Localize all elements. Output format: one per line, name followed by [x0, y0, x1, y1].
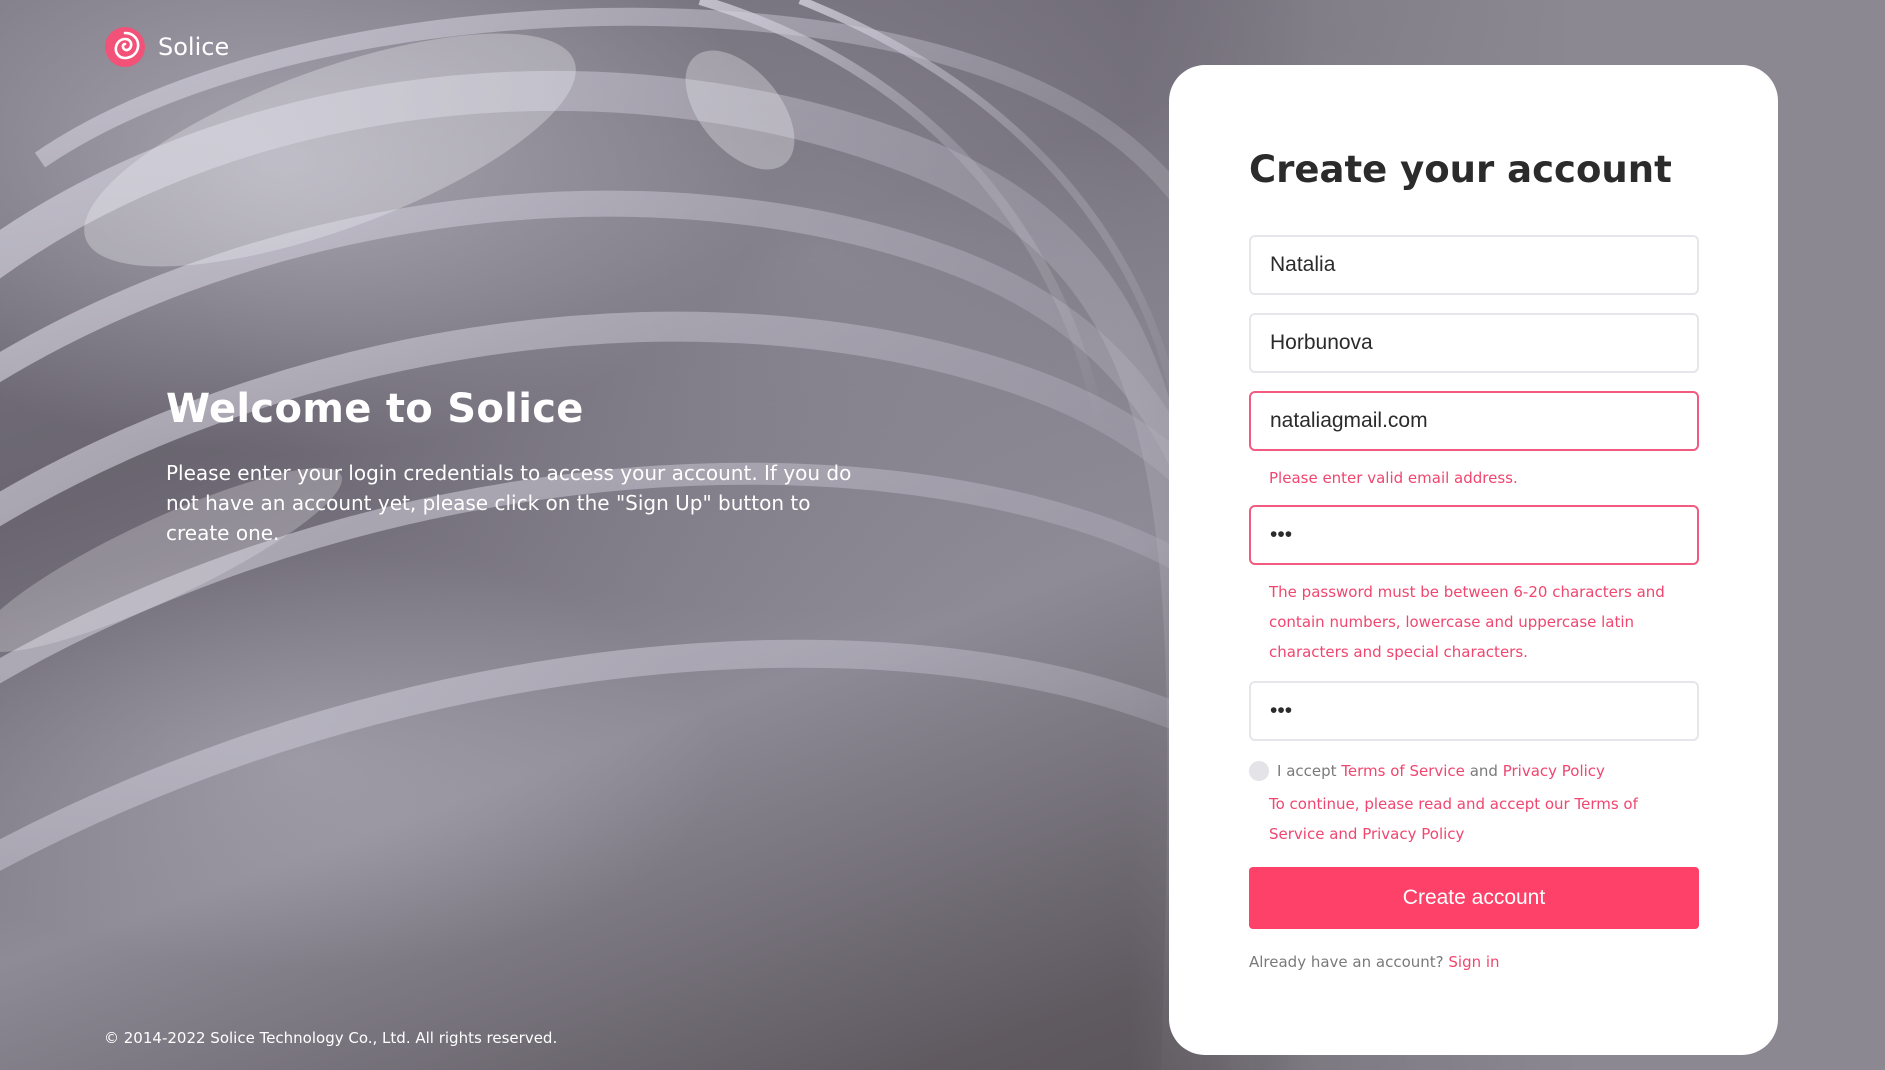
form-title: Create your account [1249, 148, 1672, 191]
welcome-section: Welcome to Solice Please enter your logi… [166, 386, 866, 548]
sign-in-link[interactable]: Sign in [1448, 953, 1499, 971]
password-error-message: The password must be between 6-20 charac… [1269, 583, 1665, 661]
confirm-password-field[interactable] [1249, 681, 1699, 741]
email-field[interactable] [1249, 391, 1699, 451]
last-name-field[interactable] [1249, 313, 1699, 373]
signup-card: Create your account Please enter valid e… [1169, 65, 1778, 1055]
copyright-text: © 2014-2022 Solice Technology Co., Ltd. … [104, 1029, 558, 1047]
signin-prompt: Already have an account? [1249, 953, 1444, 971]
password-field[interactable] [1249, 505, 1699, 565]
email-error-message: Please enter valid email address. [1269, 469, 1518, 487]
accept-terms-error-message: To continue, please read and accept our … [1269, 795, 1638, 843]
spiral-logo-icon [105, 27, 145, 67]
accept-terms-checkbox[interactable] [1249, 761, 1269, 781]
welcome-text: Please enter your login credentials to a… [166, 461, 852, 545]
welcome-title: Welcome to Solice [166, 386, 584, 432]
accept-prefix: I accept [1277, 762, 1337, 780]
signin-row: Already have an account? Sign in [1249, 953, 1698, 971]
accept-and-text: and [1469, 762, 1498, 780]
first-name-field[interactable] [1249, 235, 1699, 295]
accept-terms-row: I accept Terms of Service and Privacy Po… [1249, 761, 1698, 781]
create-account-button[interactable]: Create account [1249, 867, 1699, 929]
privacy-policy-link[interactable]: Privacy Policy [1503, 762, 1605, 780]
signup-page: Solice Welcome to Solice Please enter yo… [0, 0, 1885, 1070]
terms-of-service-link[interactable]: Terms of Service [1341, 762, 1465, 780]
brand-name: Solice [158, 33, 230, 61]
brand-logo[interactable]: Solice [104, 26, 229, 68]
